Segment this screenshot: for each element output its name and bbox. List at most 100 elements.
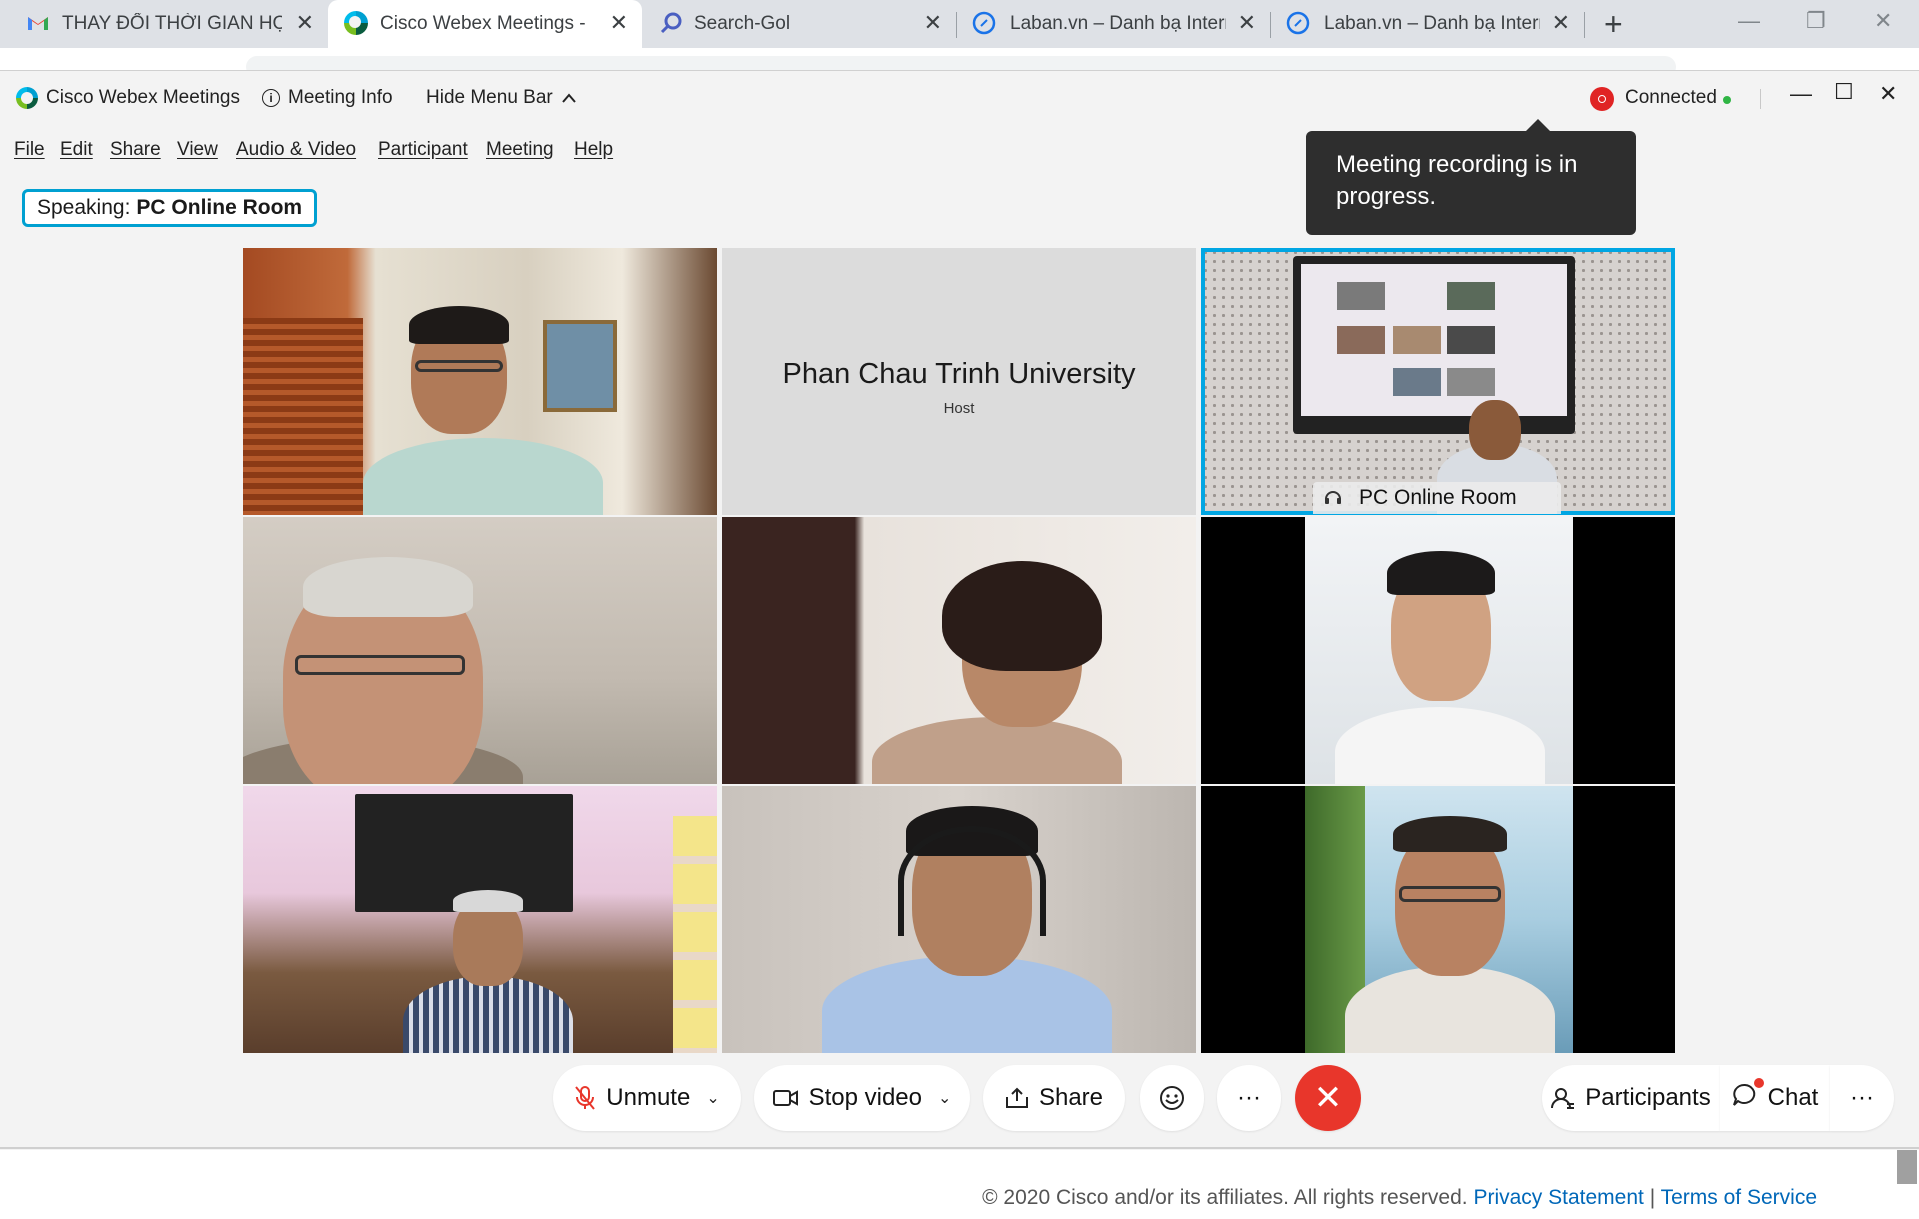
meeting-info-label: Meeting Info [288, 87, 393, 108]
menu-edit[interactable]: Edit [60, 139, 93, 161]
restore-icon[interactable]: ❐ [1806, 8, 1826, 34]
video-tile[interactable] [243, 517, 717, 784]
video-frame [1305, 517, 1573, 784]
participants-button[interactable]: Participants [1542, 1065, 1720, 1131]
close-tab-icon[interactable]: ✕ [610, 10, 628, 36]
participants-label: Participants [1585, 1084, 1711, 1111]
minimize-icon[interactable]: — [1790, 81, 1812, 107]
room-label-text: PC Online Room [1359, 486, 1517, 509]
webex-window: Cisco Webex Meetings i Meeting Info Hide… [0, 70, 1919, 1151]
participant-name-label: PC Online Room [1313, 482, 1561, 514]
close-icon[interactable]: ✕ [1879, 81, 1897, 107]
person-body [1335, 707, 1545, 784]
menu-share[interactable]: Share [110, 139, 161, 161]
video-tile[interactable] [722, 786, 1196, 1053]
speaking-prefix: Speaking: [37, 196, 131, 219]
new-tab-button[interactable]: + [1604, 6, 1623, 43]
webex-logo-icon [16, 87, 38, 109]
chevron-up-icon [561, 93, 576, 103]
video-tile-host[interactable]: Phan Chau Trinh University Host [722, 248, 1196, 515]
hide-menu-bar-button[interactable]: Hide Menu Bar [426, 87, 577, 109]
tab-gmail[interactable]: THAY ĐỔI THỜI GIAN HỌP ✕ [0, 0, 328, 48]
connected-indicator-icon [1723, 96, 1731, 104]
leave-meeting-button[interactable]: ✕ [1295, 1065, 1361, 1131]
more-options-button[interactable]: ··· [1217, 1065, 1281, 1131]
share-button[interactable]: Share [983, 1065, 1125, 1131]
chat-label: Chat [1767, 1084, 1819, 1111]
close-tab-icon[interactable]: ✕ [1238, 10, 1256, 36]
person-body [1345, 966, 1555, 1053]
tab-laban-1[interactable]: Laban.vn – Danh bạ Interne ✕ [956, 0, 1270, 48]
shelf-drawers [673, 816, 717, 1053]
menu-audio-video[interactable]: Audio & Video [236, 139, 356, 161]
close-tab-icon[interactable]: ✕ [1552, 10, 1570, 36]
active-speaker-indicator: Speaking: PC Online Room [22, 189, 318, 227]
menu-meeting[interactable]: Meeting [486, 139, 554, 161]
page-footer: © 2020 Cisco and/or its affiliates. All … [0, 1150, 1919, 1219]
person-hair [1387, 551, 1495, 595]
reactions-button[interactable] [1140, 1065, 1204, 1131]
stop-video-button[interactable]: Stop video ⌄ [754, 1065, 970, 1131]
connection-status: Connected [1625, 87, 1717, 108]
minimize-icon[interactable]: — [1738, 8, 1760, 34]
tab-laban-2[interactable]: Laban.vn – Danh bạ Interne ✕ [1270, 0, 1584, 48]
menu-help[interactable]: Help [574, 139, 613, 161]
person-head [1469, 400, 1521, 460]
more-panels-button[interactable]: ··· [1830, 1065, 1894, 1131]
stop-video-label: Stop video [808, 1084, 922, 1111]
unmute-button[interactable]: Unmute ⌄ [553, 1065, 741, 1131]
unread-badge [1753, 1077, 1764, 1088]
terms-of-service-link[interactable]: Terms of Service [1661, 1186, 1817, 1209]
chat-button[interactable]: Chat [1720, 1065, 1830, 1131]
video-tile[interactable] [1201, 517, 1675, 784]
person-hair [453, 890, 523, 912]
maximize-icon[interactable]: ☐ [1834, 79, 1854, 105]
menu-file[interactable]: File [14, 139, 45, 161]
host-name: Phan Chau Trinh University [782, 358, 1136, 390]
recording-tooltip: Meeting recording is in progress. [1306, 119, 1636, 235]
video-tile[interactable] [1201, 786, 1675, 1053]
compass-icon [1286, 11, 1310, 35]
chat-icon [1732, 1077, 1764, 1115]
person-body [363, 438, 603, 515]
address-bar-area [0, 48, 1919, 78]
unmute-label: Unmute [606, 1084, 691, 1111]
person-hair [303, 557, 473, 617]
menu-view[interactable]: View [177, 139, 218, 161]
person-hair [1393, 816, 1507, 852]
video-tile[interactable] [243, 786, 717, 1053]
tab-search[interactable]: Search-Gol ✕ [642, 0, 956, 48]
host-role: Host [943, 400, 975, 417]
footer-separator: | [1649, 1186, 1656, 1209]
search-icon [660, 12, 682, 34]
end-call-icon: ✕ [1313, 1079, 1343, 1117]
chevron-down-icon[interactable]: ⌄ [706, 1088, 719, 1108]
privacy-statement-link[interactable]: Privacy Statement [1473, 1186, 1643, 1209]
tab-title: Search-Gol [694, 13, 791, 34]
person-hair [942, 561, 1102, 671]
person-body [403, 976, 573, 1053]
video-tile[interactable] [243, 248, 717, 515]
chevron-down-icon[interactable]: ⌄ [938, 1088, 951, 1108]
browser-tab-strip: THAY ĐỔI THỜI GIAN HỌP ✕ Cisco Webex Mee… [0, 0, 1919, 48]
menu-participant[interactable]: Participant [378, 139, 468, 161]
video-camera-icon [772, 1090, 798, 1106]
close-tab-icon[interactable]: ✕ [924, 10, 942, 36]
emoji-reaction-icon [1160, 1086, 1184, 1110]
more-options-icon: ··· [1237, 1084, 1261, 1111]
video-tile[interactable] [722, 517, 1196, 784]
page-scrollbar[interactable] [1897, 1150, 1917, 1184]
tv-content [1301, 264, 1567, 416]
recording-icon[interactable] [1590, 87, 1614, 111]
close-tab-icon[interactable]: ✕ [296, 10, 314, 36]
compass-icon [972, 11, 996, 35]
video-grid: Phan Chau Trinh University Host PC Onlin… [243, 248, 1675, 1053]
meeting-info-button[interactable]: i Meeting Info [262, 87, 393, 109]
webex-title-bar: Cisco Webex Meetings i Meeting Info Hide… [0, 71, 1919, 127]
tab-webex[interactable]: Cisco Webex Meetings - La ✕ [328, 0, 642, 48]
glasses [415, 360, 503, 372]
tab-title: Cisco Webex Meetings - La [380, 13, 590, 34]
participants-icon [1551, 1088, 1575, 1109]
video-tile-active-speaker[interactable]: PC Online Room [1201, 248, 1675, 515]
close-window-icon[interactable]: ✕ [1874, 8, 1892, 34]
